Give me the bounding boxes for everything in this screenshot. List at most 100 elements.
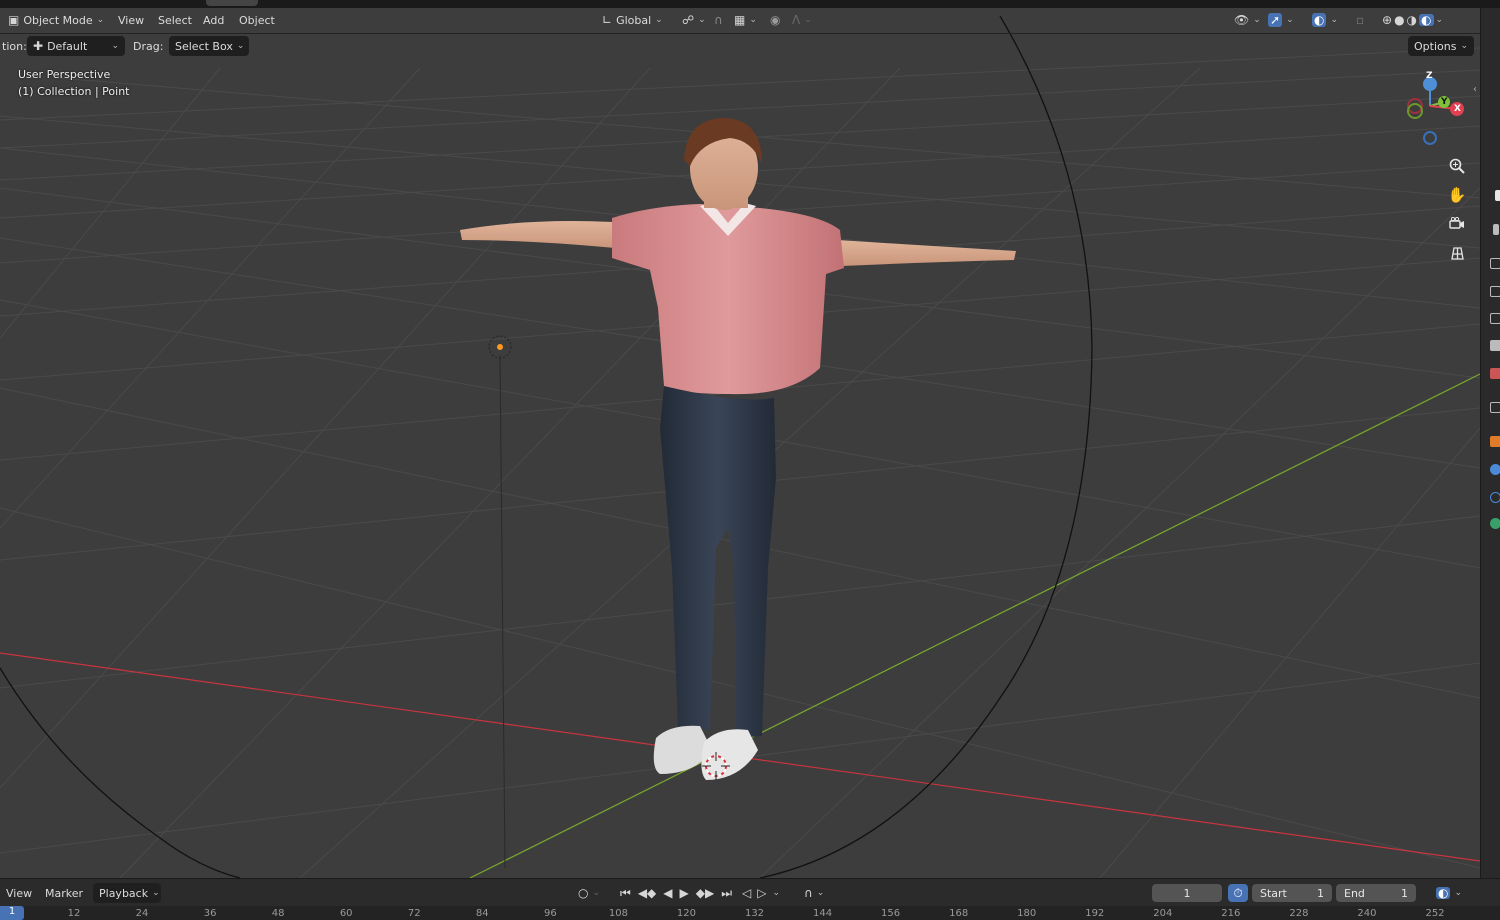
chevron-down-icon: ⌄ bbox=[1435, 15, 1444, 25]
menu-select[interactable]: Select bbox=[152, 10, 198, 30]
eye-icon: 👁 bbox=[1234, 13, 1250, 27]
3d-viewport[interactable]: User Perspective (1) Collection | Point … bbox=[0, 8, 1480, 878]
chevron-down-icon: ⌄ bbox=[1454, 888, 1463, 898]
menu-object[interactable]: Object bbox=[233, 10, 281, 30]
timeline-menu-playback[interactable]: Playback ⌄ bbox=[93, 883, 161, 903]
menu-add[interactable]: Add bbox=[197, 10, 230, 30]
mode-selector[interactable]: ▣ Object Mode ⌄ bbox=[2, 10, 110, 30]
playback-controls: ⏮ ◀◆ ◀ ▶ ◆▶ ⏭ bbox=[614, 883, 738, 903]
xray-toggle[interactable]: ▫ bbox=[1350, 10, 1370, 30]
jump-to-start-icon[interactable]: ⏮ bbox=[620, 887, 631, 899]
play-reverse-icon[interactable]: ◀ bbox=[663, 887, 672, 899]
ruler-tick-label: 156 bbox=[881, 908, 901, 919]
gizmo-y-label[interactable]: Y bbox=[1441, 97, 1448, 107]
gizmo-x-label[interactable]: X bbox=[1454, 104, 1461, 114]
jump-to-end-icon[interactable]: ⏭ bbox=[721, 887, 732, 899]
constraints-tab-icon[interactable] bbox=[1490, 492, 1500, 503]
proportional-edit-toggle[interactable]: ◉ bbox=[764, 10, 786, 30]
gizmo-z-label[interactable]: Z bbox=[1426, 71, 1433, 81]
current-frame-indicator[interactable]: 1 bbox=[0, 906, 24, 920]
gizmo-toggle[interactable]: ➚ ⌄ bbox=[1262, 10, 1300, 30]
ruler-tick-label: 252 bbox=[1425, 908, 1445, 919]
chevron-down-icon: ⌄ bbox=[236, 41, 245, 51]
zoom-icon[interactable] bbox=[1444, 153, 1470, 179]
transform-orientation-selector[interactable]: ∟ Global ⌄ bbox=[596, 10, 669, 30]
object-mode-icon: ▣ bbox=[8, 13, 20, 27]
start-value: 1 bbox=[1317, 886, 1324, 900]
timeline-view-options[interactable]: ◐ ⌄ bbox=[1430, 883, 1468, 903]
previous-keyframe-icon[interactable]: ◀◆ bbox=[638, 887, 656, 899]
jump-previous-keyframe-icon[interactable]: ◁ bbox=[742, 887, 751, 899]
timeline-menu-marker[interactable]: Marker bbox=[39, 883, 89, 903]
current-frame-field[interactable]: 1 bbox=[1152, 884, 1222, 902]
y-axis-line bbox=[469, 373, 1480, 878]
overlays-icon: ◐ bbox=[1436, 886, 1451, 900]
drag-dropdown[interactable]: Select Box ⌄ bbox=[169, 36, 249, 56]
collection-tab-icon[interactable] bbox=[1490, 368, 1500, 379]
chevron-down-icon[interactable]: ⌄ bbox=[772, 888, 780, 898]
orientation-dropdown[interactable]: ✚ Default ⌄ bbox=[27, 36, 125, 56]
jump-next-keyframe-icon[interactable]: ▷ bbox=[757, 887, 766, 899]
start-frame-field[interactable]: Start 1 bbox=[1252, 884, 1332, 902]
tool-tab-icon[interactable] bbox=[1495, 190, 1500, 201]
chevron-down-icon: ⌄ bbox=[1460, 41, 1468, 51]
chevron-down-icon: ⌄ bbox=[655, 15, 663, 25]
render-tab-icon[interactable] bbox=[1493, 224, 1499, 235]
ruler-tick-label: 240 bbox=[1357, 908, 1377, 919]
pan-hand-icon[interactable]: ✋ bbox=[1444, 182, 1470, 208]
timeline-snap-button[interactable]: ∩ ⌄ bbox=[798, 883, 830, 903]
active-workspace-tab[interactable] bbox=[206, 0, 258, 6]
snap-toggle[interactable]: ∩ bbox=[708, 10, 729, 30]
snap-grid-icon: ▦ bbox=[734, 13, 746, 27]
ruler-tick-label: 144 bbox=[813, 908, 833, 919]
menu-view[interactable]: View bbox=[112, 10, 150, 30]
end-frame-field[interactable]: End 1 bbox=[1336, 884, 1416, 902]
modifier-tab-icon[interactable] bbox=[1490, 436, 1500, 447]
view-layer-tab-icon[interactable] bbox=[1490, 286, 1500, 297]
material-preview-icon[interactable]: ◑ bbox=[1407, 14, 1417, 26]
magnet-icon: ∩ bbox=[804, 886, 813, 900]
physics-tab-icon[interactable] bbox=[1490, 464, 1500, 475]
solid-shading-icon[interactable]: ● bbox=[1394, 14, 1404, 26]
ruler-tick-label: 12 bbox=[67, 908, 81, 919]
chevron-down-icon: ⌄ bbox=[1286, 15, 1294, 25]
scene-tab-icon[interactable] bbox=[1490, 313, 1500, 324]
output-tab-icon[interactable] bbox=[1490, 258, 1500, 269]
camera-icon[interactable] bbox=[1444, 211, 1470, 237]
auto-keying-toggle[interactable]: ○ ⌄ bbox=[572, 883, 606, 903]
tool-settings-bar: tion: ✚ Default ⌄ Drag: Select Box ⌄ Opt… bbox=[0, 34, 1480, 60]
rendered-shading-icon[interactable]: ◐ bbox=[1419, 14, 1434, 26]
ruler-tick-label: 228 bbox=[1289, 908, 1309, 919]
playback-label: Playback bbox=[99, 886, 149, 900]
snap-target-button[interactable]: ▦ ⌄ bbox=[728, 10, 763, 30]
ruler-tick-label: 60 bbox=[339, 908, 353, 919]
orientation-axes-icon: ∟ bbox=[602, 13, 613, 27]
pivot-point-button[interactable]: ☍ ⌄ bbox=[676, 10, 712, 30]
data-tab-icon[interactable] bbox=[1490, 518, 1500, 529]
wireframe-shading-icon[interactable]: ⊕ bbox=[1382, 14, 1392, 26]
overlays-icon: ◐ bbox=[1312, 13, 1327, 27]
play-icon[interactable]: ▶ bbox=[680, 887, 689, 899]
pivot-icon: ☍ bbox=[682, 13, 695, 27]
visibility-selectability-button[interactable]: 👁 ⌄ bbox=[1228, 10, 1267, 30]
overlays-toggle[interactable]: ◐ ⌄ bbox=[1306, 10, 1344, 30]
properties-tab-strip: ‹ bbox=[1473, 8, 1500, 878]
grid-icon[interactable] bbox=[1444, 240, 1470, 266]
frame-ruler[interactable]: 1 12 24 36 48 60 72 84 96 108 120 132 144 156 168 180 1… bbox=[0, 906, 1500, 920]
ruler-tick-label: 48 bbox=[271, 908, 285, 919]
shading-modes[interactable]: ⊕ ● ◑ ◐ ⌄ bbox=[1376, 10, 1449, 30]
drag-value: Select Box bbox=[175, 39, 233, 53]
ruler-tick-label: 84 bbox=[475, 908, 489, 919]
mode-label: Object Mode bbox=[23, 13, 93, 27]
options-dropdown[interactable]: Options ⌄ bbox=[1408, 36, 1474, 56]
falloff-button[interactable]: Λ ⌄ bbox=[786, 10, 818, 30]
gizmo-icon: ➚ bbox=[1268, 13, 1283, 27]
world-tab-icon[interactable] bbox=[1490, 340, 1500, 351]
next-keyframe-icon[interactable]: ◆▶ bbox=[696, 887, 714, 899]
ruler-tick-label: 168 bbox=[949, 908, 969, 919]
object-tab-icon[interactable] bbox=[1490, 402, 1500, 413]
chevron-down-icon: ⌄ bbox=[152, 888, 160, 898]
timeline-menu-view[interactable]: View bbox=[0, 883, 38, 903]
preview-range-toggle-icon[interactable]: ⏱ bbox=[1228, 884, 1248, 902]
sidebar-toggle-arrow-icon[interactable]: ‹ bbox=[1473, 84, 1477, 95]
